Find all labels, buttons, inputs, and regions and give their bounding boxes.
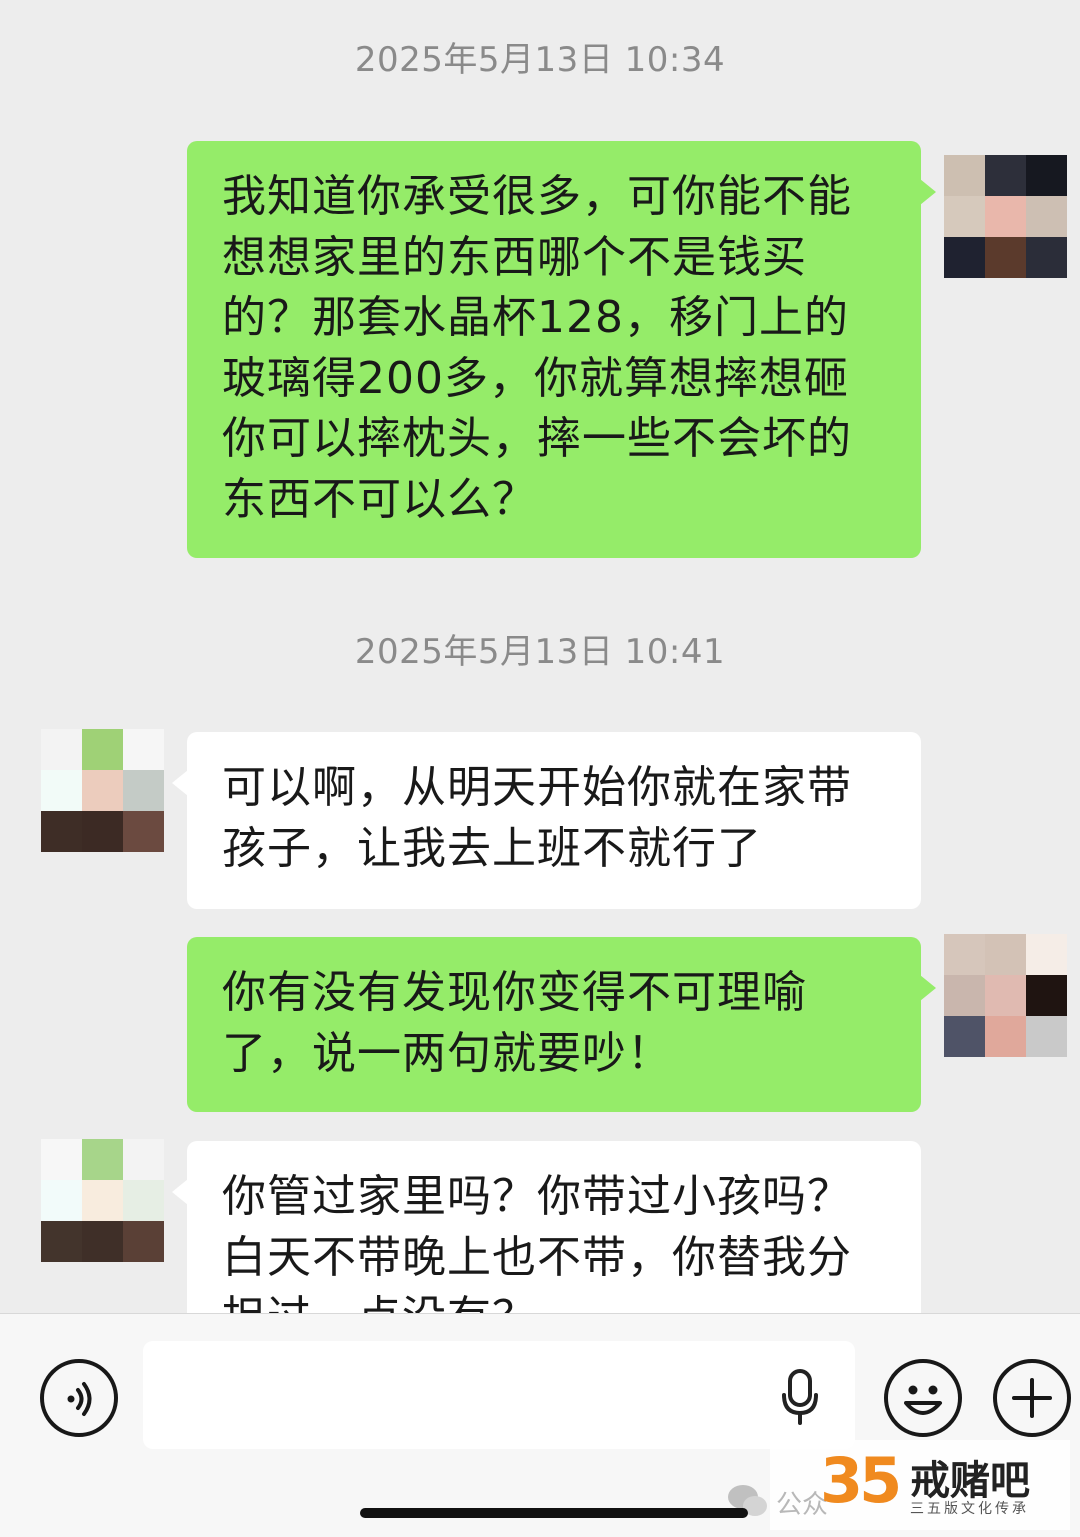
plus-icon — [1012, 1378, 1052, 1418]
avatar-pixel — [944, 975, 985, 1016]
message-text: 可以啊，从明天开始你就在家带孩子，让我去上班不就行了 — [222, 762, 852, 874]
watermark-subtitle: 三五版文化传承 — [910, 1501, 1029, 1517]
avatar-pixel — [944, 155, 985, 196]
avatar-pixel — [123, 1180, 164, 1221]
emoji-button[interactable] — [884, 1359, 962, 1437]
avatar-pixel — [41, 729, 82, 770]
avatar-pixel — [944, 1016, 985, 1057]
my-avatar[interactable] — [944, 934, 1067, 1057]
my-avatar[interactable] — [944, 155, 1067, 278]
avatar-pixel — [123, 811, 164, 852]
avatar-pixel — [1026, 155, 1067, 196]
timestamp: 2025年5月13日 10:34 — [354, 40, 726, 80]
avatar-pixel — [985, 1016, 1026, 1057]
avatar-pixel — [1026, 237, 1067, 278]
avatar-pixel — [41, 770, 82, 811]
avatar-pixel — [944, 934, 985, 975]
avatar-pixel — [82, 1221, 123, 1262]
contact-avatar[interactable] — [41, 1139, 164, 1262]
message-bubble-received[interactable]: 你管过家里吗？你带过小孩吗？白天不带晚上也不带，你替我分担过一点没有？ — [172, 1141, 921, 1313]
avatar-pixel — [1026, 975, 1067, 1016]
avatar-pixel — [41, 811, 82, 852]
message-bubble-received[interactable]: 可以啊，从明天开始你就在家带孩子，让我去上班不就行了 — [172, 732, 921, 909]
message-input[interactable] — [143, 1341, 855, 1449]
avatar-pixel — [123, 770, 164, 811]
watermark-number: 35 — [820, 1444, 902, 1517]
chat-area: 2025年5月13日 10:34 我知道你承受很多，可你能不能想想家里的东西哪个… — [0, 0, 1080, 1313]
home-indicator[interactable] — [360, 1508, 748, 1518]
avatar-pixel — [1026, 196, 1067, 237]
avatar-pixel — [985, 934, 1026, 975]
contact-avatar[interactable] — [41, 729, 164, 852]
emoji-icon — [904, 1385, 942, 1415]
message-text: 我知道你承受很多，可你能不能想想家里的东西哪个不是钱买的？那套水晶杯128，移门… — [222, 171, 852, 525]
avatar-pixel — [985, 237, 1026, 278]
avatar-pixel — [82, 811, 123, 852]
avatar-pixel — [123, 1221, 164, 1262]
voice-toggle-button[interactable] — [40, 1359, 118, 1437]
timestamp: 2025年5月13日 10:41 — [354, 632, 726, 672]
avatar-pixel — [944, 237, 985, 278]
avatar-pixel — [1026, 934, 1067, 975]
avatar-pixel — [123, 1139, 164, 1180]
avatar-pixel — [82, 729, 123, 770]
input-toolbar: 公众 35 戒赌吧 三五版文化传承 — [0, 1313, 1080, 1537]
avatar-pixel — [41, 1180, 82, 1221]
avatar-pixel — [123, 729, 164, 770]
more-options-button[interactable] — [993, 1359, 1071, 1437]
avatar-pixel — [985, 196, 1026, 237]
avatar-pixel — [82, 1180, 123, 1221]
avatar-pixel — [82, 770, 123, 811]
message-text: 你有没有发现你变得不可理喻了，说一两句就要吵！ — [222, 967, 807, 1079]
avatar-pixel — [41, 1221, 82, 1262]
microphone-icon[interactable] — [780, 1367, 820, 1427]
avatar-pixel — [985, 155, 1026, 196]
avatar-pixel — [944, 196, 985, 237]
message-bubble-sent[interactable]: 你有没有发现你变得不可理喻了，说一两句就要吵！ — [187, 937, 936, 1112]
avatar-pixel — [41, 1139, 82, 1180]
avatar-pixel — [985, 975, 1026, 1016]
avatar-pixel — [1026, 1016, 1067, 1057]
message-text: 你管过家里吗？你带过小孩吗？白天不带晚上也不带，你替我分担过一点没有？ — [222, 1171, 852, 1313]
watermark-logo: 公众 35 戒赌吧 三五版文化传承 — [728, 1440, 1070, 1530]
voice-toggle-icon — [67, 1382, 92, 1416]
avatar-pixel — [82, 1139, 123, 1180]
message-bubble-sent[interactable]: 我知道你承受很多，可你能不能想想家里的东西哪个不是钱买的？那套水晶杯128，移门… — [187, 141, 936, 558]
